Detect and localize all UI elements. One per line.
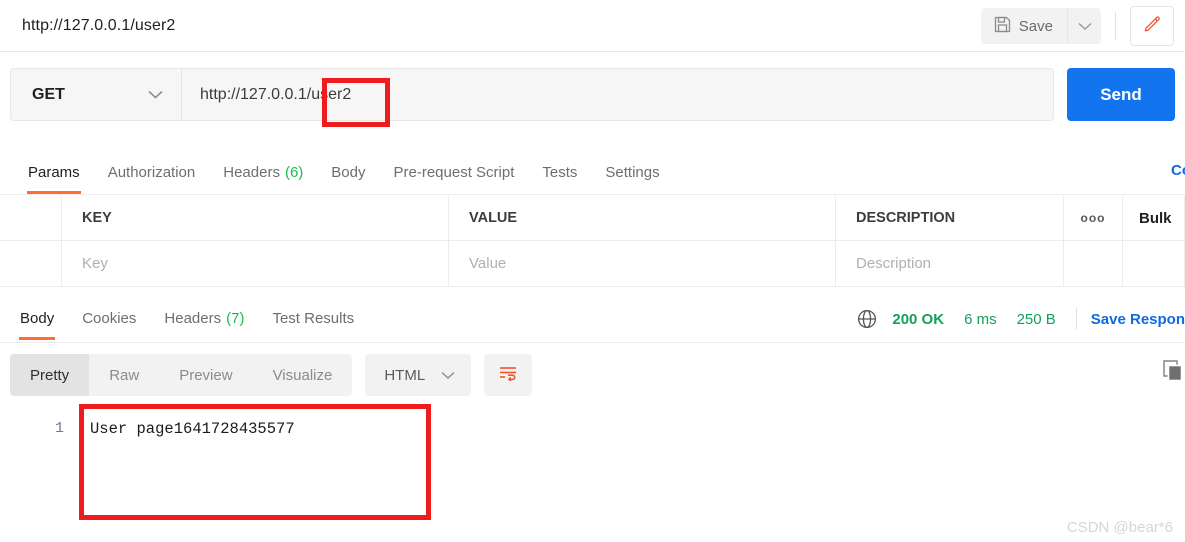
params-table: KEY VALUE DESCRIPTION ooo Bulk Key Value… [0, 196, 1185, 287]
copy-icon [1163, 360, 1185, 388]
tab-label: Pre-request Script [393, 163, 515, 181]
chevron-down-icon [441, 367, 455, 384]
language-selector[interactable]: HTML [365, 354, 472, 396]
row-options-cell [1064, 241, 1123, 286]
tab-label: Tests [542, 163, 578, 181]
key-placeholder: Key [82, 255, 108, 272]
param-description-input[interactable]: Description [836, 241, 1064, 286]
tab-label: Headers [223, 163, 280, 181]
url-text: http://127.0.0.1/user2 [200, 85, 352, 103]
view-mode-visualize[interactable]: Visualize [253, 354, 353, 396]
copy-button[interactable] [1163, 360, 1185, 389]
response-status-bar: 200 OK 6 ms 250 B Save Respon [856, 296, 1185, 342]
method-selector[interactable]: GET [10, 68, 181, 121]
tab-label: Cookies [82, 309, 137, 327]
tab-settings[interactable]: Settings [591, 150, 673, 194]
table-options-button[interactable]: ooo [1064, 196, 1123, 240]
tab-params[interactable]: Params [14, 150, 94, 194]
tab-label: Body [331, 163, 366, 181]
globe-icon[interactable] [856, 308, 878, 330]
response-tab-body[interactable]: Body [6, 296, 68, 340]
headers-count: (6) [284, 163, 304, 181]
chevron-down-icon [1077, 19, 1092, 34]
tab-pre-request-script[interactable]: Pre-request Script [380, 150, 529, 194]
view-mode-preview[interactable]: Preview [159, 354, 252, 396]
word-wrap-button[interactable] [484, 354, 533, 396]
row-spacer-cell [1123, 241, 1185, 286]
top-bar: http://127.0.0.1/user2 Save [0, 0, 1185, 52]
word-wrap-icon [497, 363, 519, 388]
response-format-bar: Pretty Raw Preview Visualize HTML [0, 344, 1185, 406]
ellipsis-icon: ooo [1080, 211, 1106, 225]
response-tab-headers[interactable]: Headers (7) [150, 296, 258, 340]
param-value-input[interactable]: Value [449, 241, 836, 286]
value-placeholder: Value [469, 255, 507, 272]
bulk-edit-link[interactable]: Bulk [1123, 196, 1185, 240]
method-label: GET [32, 85, 65, 103]
response-tab-cookies[interactable]: Cookies [68, 296, 150, 340]
request-tabs: Params Authorization Headers (6) Body Pr… [0, 150, 1185, 195]
postman-window: http://127.0.0.1/user2 Save GET http://1… [0, 0, 1185, 542]
table-header-row: KEY VALUE DESCRIPTION ooo Bulk [0, 196, 1185, 241]
save-button-group: Save [980, 8, 1101, 44]
response-body-viewer: 1 User page1641728435577 [0, 408, 1185, 542]
select-all-cell [0, 196, 62, 240]
line-number: 1 [54, 420, 64, 437]
tab-tests[interactable]: Tests [528, 150, 591, 194]
response-tabs: Body Cookies Headers (7) Test Results 20… [0, 296, 1185, 343]
response-headers-count: (7) [226, 309, 245, 327]
tab-label: Headers [164, 309, 222, 327]
tab-label: Authorization [107, 163, 196, 181]
top-bar-actions: Save [980, 0, 1185, 52]
divider [1115, 12, 1116, 40]
view-mode-pretty[interactable]: Pretty [10, 354, 90, 396]
column-header-key: KEY [62, 196, 449, 240]
pencil-icon [1143, 14, 1162, 38]
save-button-label: Save [1018, 17, 1053, 35]
tab-label: Params [28, 163, 80, 181]
response-tab-test-results[interactable]: Test Results [258, 296, 368, 340]
divider [1075, 308, 1077, 330]
edit-request-button[interactable] [1130, 6, 1174, 46]
chevron-down-icon [148, 86, 163, 104]
view-mode-raw[interactable]: Raw [89, 354, 159, 396]
status-size: 250 B [1016, 310, 1056, 328]
tab-body[interactable]: Body [317, 150, 379, 194]
tab-authorization[interactable]: Authorization [94, 150, 210, 194]
save-options-button[interactable] [1067, 8, 1101, 44]
watermark: CSDN @bear*6 [1066, 519, 1173, 536]
tab-label: Body [20, 309, 55, 327]
view-mode-segment: Pretty Raw Preview Visualize [10, 354, 353, 396]
table-row: Key Value Description [0, 241, 1185, 286]
language-label: HTML [384, 366, 426, 384]
floppy-disk-icon [994, 16, 1011, 37]
send-button[interactable]: Send [1067, 68, 1175, 121]
status-time: 6 ms [964, 310, 997, 328]
column-header-value: VALUE [449, 196, 836, 240]
status-code: 200 OK [892, 310, 945, 328]
save-response-link[interactable]: Save Respon [1091, 311, 1185, 328]
url-input[interactable]: http://127.0.0.1/user2 [181, 68, 1054, 121]
url-row: GET http://127.0.0.1/user2 Send [0, 52, 1185, 137]
description-placeholder: Description [856, 255, 932, 272]
response-body-text[interactable]: User page1641728435577 [90, 420, 295, 438]
tab-label: Test Results [272, 309, 355, 327]
request-title: http://127.0.0.1/user2 [22, 16, 176, 34]
cookies-link[interactable]: Co [1171, 162, 1185, 179]
row-checkbox-cell[interactable] [0, 241, 62, 286]
save-button[interactable]: Save [980, 8, 1067, 44]
param-key-input[interactable]: Key [62, 241, 449, 286]
column-header-description: DESCRIPTION [836, 196, 1064, 240]
tab-label: Settings [605, 163, 660, 181]
tab-headers[interactable]: Headers (6) [209, 150, 317, 194]
